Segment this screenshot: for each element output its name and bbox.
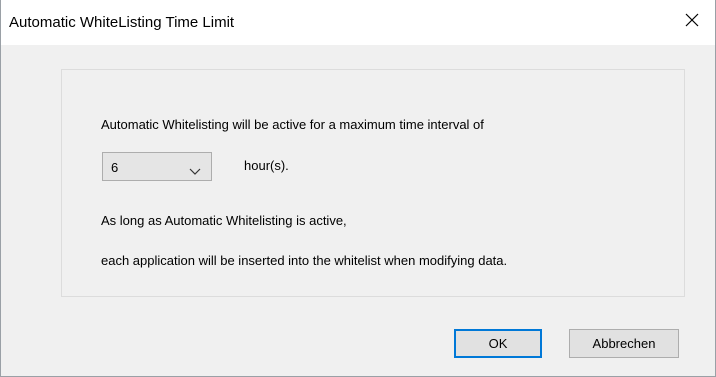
- interval-description: Automatic Whitelisting will be active fo…: [101, 117, 484, 132]
- ok-button[interactable]: OK: [454, 329, 542, 358]
- settings-group-box: Automatic Whitelisting will be active fo…: [61, 69, 685, 297]
- active-info-line: As long as Automatic Whitelisting is act…: [101, 213, 347, 228]
- cancel-button[interactable]: Abbrechen: [569, 329, 679, 358]
- duration-selected-value: 6: [111, 160, 119, 175]
- title-bar: Automatic WhiteListing Time Limit: [1, 0, 715, 45]
- chevron-down-icon: [189, 163, 201, 175]
- whitelist-info-line: each application will be inserted into t…: [101, 253, 508, 268]
- close-icon: [685, 13, 699, 32]
- duration-dropdown[interactable]: 6: [102, 152, 212, 181]
- dialog-title: Automatic WhiteListing Time Limit: [9, 14, 235, 31]
- dialog-window: Automatic WhiteListing Time Limit Automa…: [0, 0, 716, 377]
- duration-unit-label: hour(s).: [244, 158, 289, 173]
- close-button[interactable]: [669, 0, 715, 45]
